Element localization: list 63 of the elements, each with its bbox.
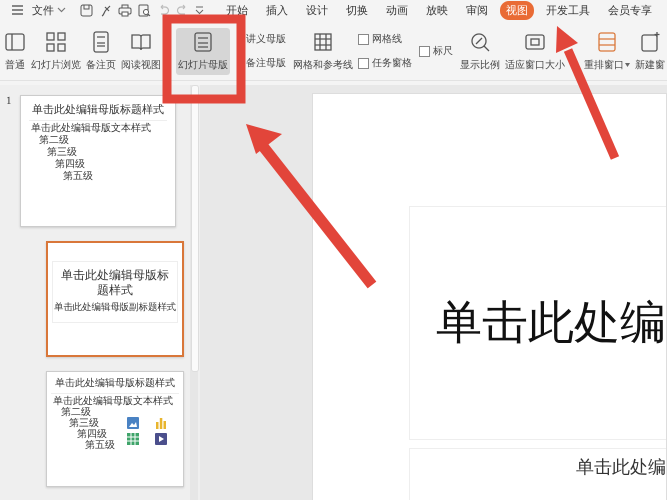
table-placeholder-icon: [127, 433, 139, 445]
layout-icon: [4, 30, 26, 52]
ribbon-tab[interactable]: 动画: [380, 0, 414, 20]
slide-thumbnail[interactable]: 单击此处编辑母版标题样式 单击此处编辑母版副标题样式: [46, 241, 184, 357]
stacked-windows-icon: [596, 30, 618, 52]
checkbox-option[interactable]: 任务窗格: [358, 56, 412, 70]
outline-level: 第四级: [76, 429, 107, 440]
grid-icon: [312, 30, 334, 52]
ribbon-tab[interactable]: 开发工具: [540, 0, 596, 20]
video-placeholder-icon: [155, 433, 167, 445]
view-button[interactable]: 普通: [2, 28, 28, 74]
zoom-icon: [469, 30, 491, 52]
outline-level: 第五级: [84, 440, 115, 451]
outline-level: 第三级: [68, 418, 99, 429]
print-preview-icon[interactable]: [138, 4, 151, 16]
ribbon-tab[interactable]: 会员专享: [602, 0, 658, 20]
file-menu[interactable]: 文件: [29, 2, 57, 18]
ribbon-tab[interactable]: 放映: [420, 0, 454, 20]
view-button[interactable]: 新建窗: [633, 28, 667, 74]
brush-icon[interactable]: [99, 4, 112, 16]
thumbnail-subtitle: 单击此处编辑母版副标题样式: [54, 302, 176, 314]
thumbnail-title: 单击此处编辑母版标题样式: [29, 102, 167, 121]
checkbox-option[interactable]: 网格线: [358, 32, 412, 46]
chart-placeholder-icon: [155, 417, 167, 429]
ribbon-tab[interactable]: 插入: [260, 0, 294, 20]
checkbox-option[interactable]: 标尺: [419, 44, 453, 58]
outline-level: 第四级: [54, 159, 85, 171]
print-icon[interactable]: [118, 4, 132, 16]
slide-number: 1: [5, 95, 12, 107]
view-button[interactable]: 幻灯片浏览: [29, 28, 83, 74]
new-window-icon: [639, 30, 661, 52]
master-view-button[interactable]: 备注母版: [246, 56, 286, 70]
slide-master-icon: [192, 30, 214, 52]
slide-thumbnail[interactable]: 单击此处编辑母版标题样式 单击此处编辑母版文本样式 第二级 第三级 第四级 第五级: [46, 371, 184, 487]
master-view-button[interactable]: 讲义母版: [246, 32, 286, 46]
title-placeholder[interactable]: 单击此处编: [409, 206, 666, 440]
ribbon-tab[interactable]: 审阅: [460, 0, 494, 20]
picture-placeholder-icon: [127, 417, 139, 429]
ribbon-tab[interactable]: 设计: [300, 0, 334, 20]
chevron-down-icon[interactable]: [57, 7, 66, 13]
outline-level: 单击此处编辑母版文本样式: [52, 396, 173, 407]
view-button[interactable]: 适应窗口大小: [503, 28, 567, 74]
ribbon-tab[interactable]: 切换: [340, 0, 374, 20]
outline-level: 单击此处编辑母版文本样式: [30, 123, 151, 135]
subtitle-placeholder[interactable]: 单击此处编: [409, 448, 666, 500]
scrollbar-thumb[interactable]: [191, 85, 199, 372]
thumbnail-title: 单击此处编辑母版标题样式: [60, 268, 170, 298]
view-button[interactable]: 阅读视图: [119, 28, 163, 74]
thumbnail-title: 单击此处编辑母版标题样式: [51, 376, 179, 394]
outline-level: 第三级: [46, 147, 77, 159]
outline-level: 第五级: [62, 171, 93, 183]
grid-squares-icon: [45, 30, 67, 52]
view-button[interactable]: 备注页: [84, 28, 118, 74]
view-button[interactable]: 幻灯片母版: [176, 28, 230, 74]
save-icon[interactable]: [80, 4, 93, 16]
view-button[interactable]: 显示比例: [458, 28, 502, 74]
outline-level: 第二级: [60, 407, 91, 418]
view-button[interactable]: 重排窗口: [582, 28, 632, 74]
menu-icon[interactable]: [12, 5, 23, 15]
outline-level: 第二级: [38, 135, 69, 147]
customize-icon[interactable]: [195, 6, 204, 14]
slide-thumbnail[interactable]: 单击此处编辑母版标题样式 单击此处编辑母版文本样式 第二级 第三级 第四级 第五级: [20, 95, 176, 227]
view-button[interactable]: 网格和参考线: [291, 28, 355, 74]
